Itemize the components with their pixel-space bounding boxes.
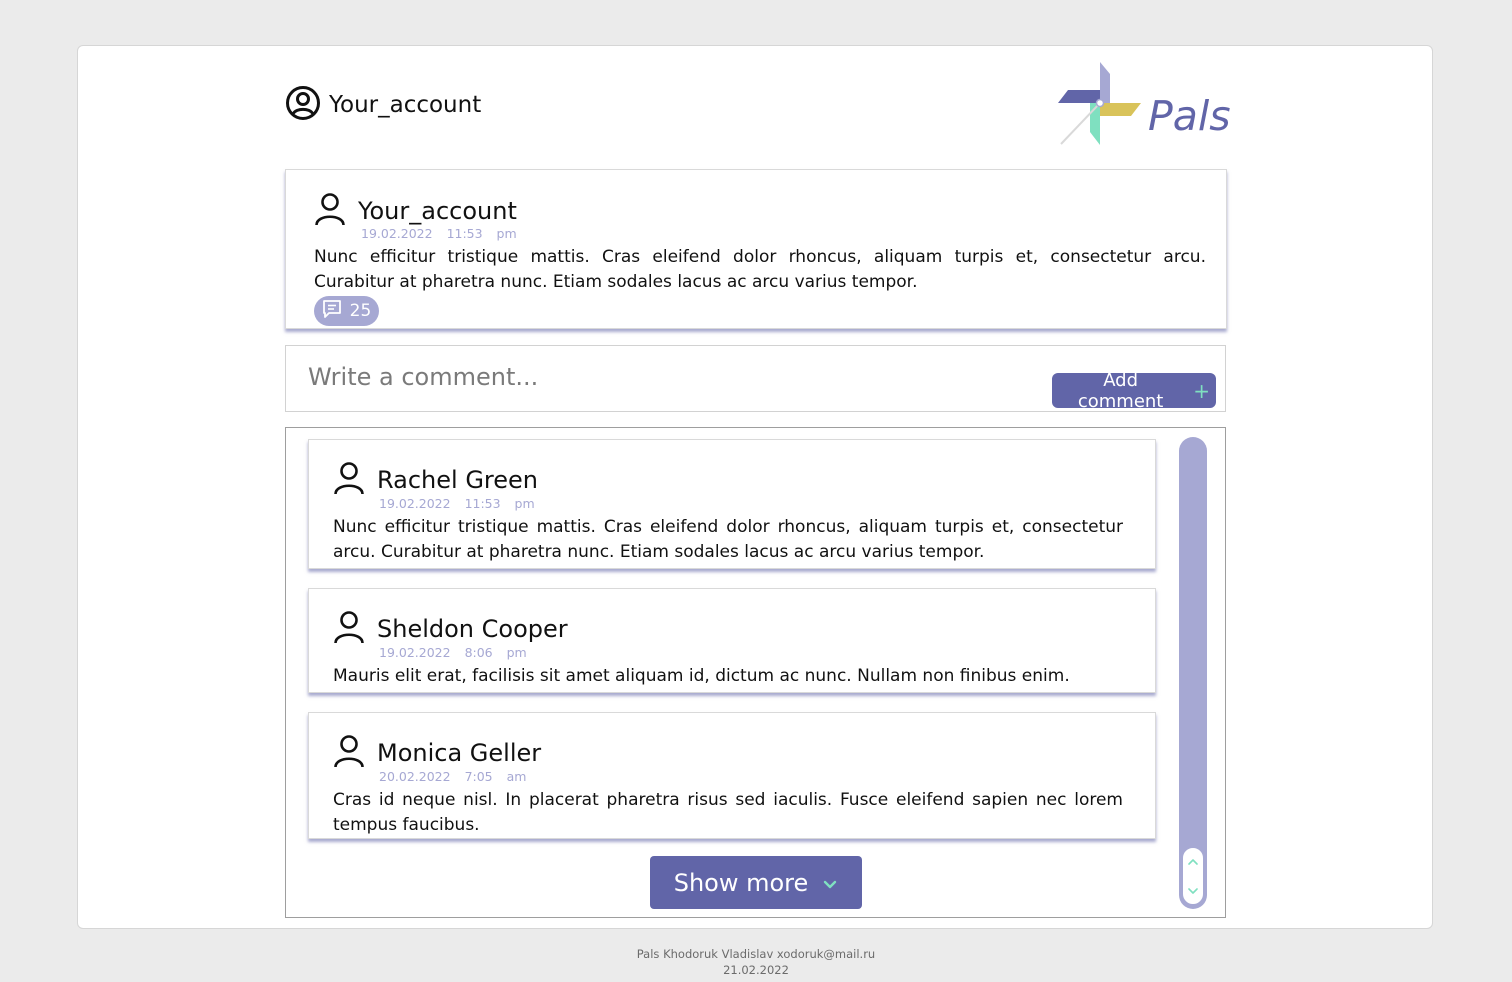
comment-author-name: Monica Geller (377, 739, 542, 767)
chevron-down-icon (822, 869, 838, 897)
post-text: Nunc efficitur tristique mattis. Cras el… (314, 247, 1206, 292)
pals-logo[interactable]: Pals (1055, 60, 1231, 148)
comment-composer: Add comment + (285, 345, 1226, 412)
user-icon (314, 192, 346, 230)
comment-author[interactable]: Sheldon Cooper (333, 610, 568, 648)
scrollbar-thumb[interactable] (1181, 846, 1205, 906)
comment-input[interactable] (306, 356, 1010, 398)
footer-credits: Pals Khodoruk Vladislav xodoruk@mail.ru (636, 947, 876, 961)
comments-scrollbar[interactable] (1179, 437, 1207, 909)
add-comment-label: Add comment (1077, 369, 1164, 412)
comment-date: 20.02.2022 (379, 769, 451, 784)
add-comment-button[interactable]: Add comment + (1052, 370, 1216, 412)
account-title: Your_account (329, 92, 482, 118)
comment-meta: 19.02.2022 11:53 pm (379, 496, 535, 511)
comments-panel: Rachel Green 19.02.2022 11:53 pm Nunc ef… (285, 427, 1226, 918)
comment-item: Sheldon Cooper 19.02.2022 8:06 pm Mauris… (308, 588, 1156, 693)
footer: Pals Khodoruk Vladislav xodoruk@mail.ru … (0, 946, 1512, 978)
comment-text: Mauris elit erat, facilisis sit amet ali… (333, 666, 1070, 686)
post-card: Your_account 19.02.2022 11:53 pm Nunc ef… (285, 169, 1227, 329)
post-meta: 19.02.2022 11:53 pm (361, 226, 517, 241)
comment-date: 19.02.2022 (379, 496, 451, 511)
comment-meta: 20.02.2022 7:05 am (379, 769, 526, 784)
show-more-button[interactable]: Show more (650, 856, 862, 909)
post-time: 11:53 pm (446, 226, 517, 241)
comment-text: Cras id neque nisl. In placerat pharetra… (333, 790, 1123, 835)
comment-icon (322, 299, 342, 324)
comment-author-name: Sheldon Cooper (377, 615, 568, 643)
post-date: 19.02.2022 (361, 226, 433, 241)
comment-item: Monica Geller 20.02.2022 7:05 am Cras id… (308, 712, 1156, 839)
user-icon (333, 610, 365, 648)
comment-item: Rachel Green 19.02.2022 11:53 pm Nunc ef… (308, 439, 1156, 569)
pinwheel-icon (1058, 62, 1141, 145)
comment-time: 8:06 pm (464, 645, 527, 660)
comment-time: 7:05 am (464, 769, 527, 784)
chevron-up-icon[interactable] (1186, 852, 1200, 871)
account-circle-icon (285, 85, 321, 125)
comment-count-badge[interactable]: 25 (314, 296, 379, 326)
user-icon (333, 734, 365, 772)
post-author-name: Your_account (358, 197, 517, 225)
user-icon (333, 461, 365, 499)
comment-meta: 19.02.2022 8:06 pm (379, 645, 527, 660)
plus-icon: + (1193, 378, 1210, 403)
comment-author[interactable]: Monica Geller (333, 734, 541, 772)
comment-time: 11:53 pm (464, 496, 535, 511)
show-more-label: Show more (673, 868, 809, 897)
comment-date: 19.02.2022 (379, 645, 451, 660)
post-author[interactable]: Your_account (314, 192, 517, 230)
comment-author-name: Rachel Green (377, 466, 539, 494)
comment-count: 25 (349, 301, 372, 321)
comment-text: Nunc efficitur tristique mattis. Cras el… (333, 517, 1123, 562)
logo-text: Pals (1148, 92, 1231, 140)
footer-date: 21.02.2022 (723, 963, 789, 977)
comment-author[interactable]: Rachel Green (333, 461, 538, 499)
account-header[interactable]: Your_account (285, 85, 481, 125)
chevron-down-icon[interactable] (1186, 881, 1200, 900)
